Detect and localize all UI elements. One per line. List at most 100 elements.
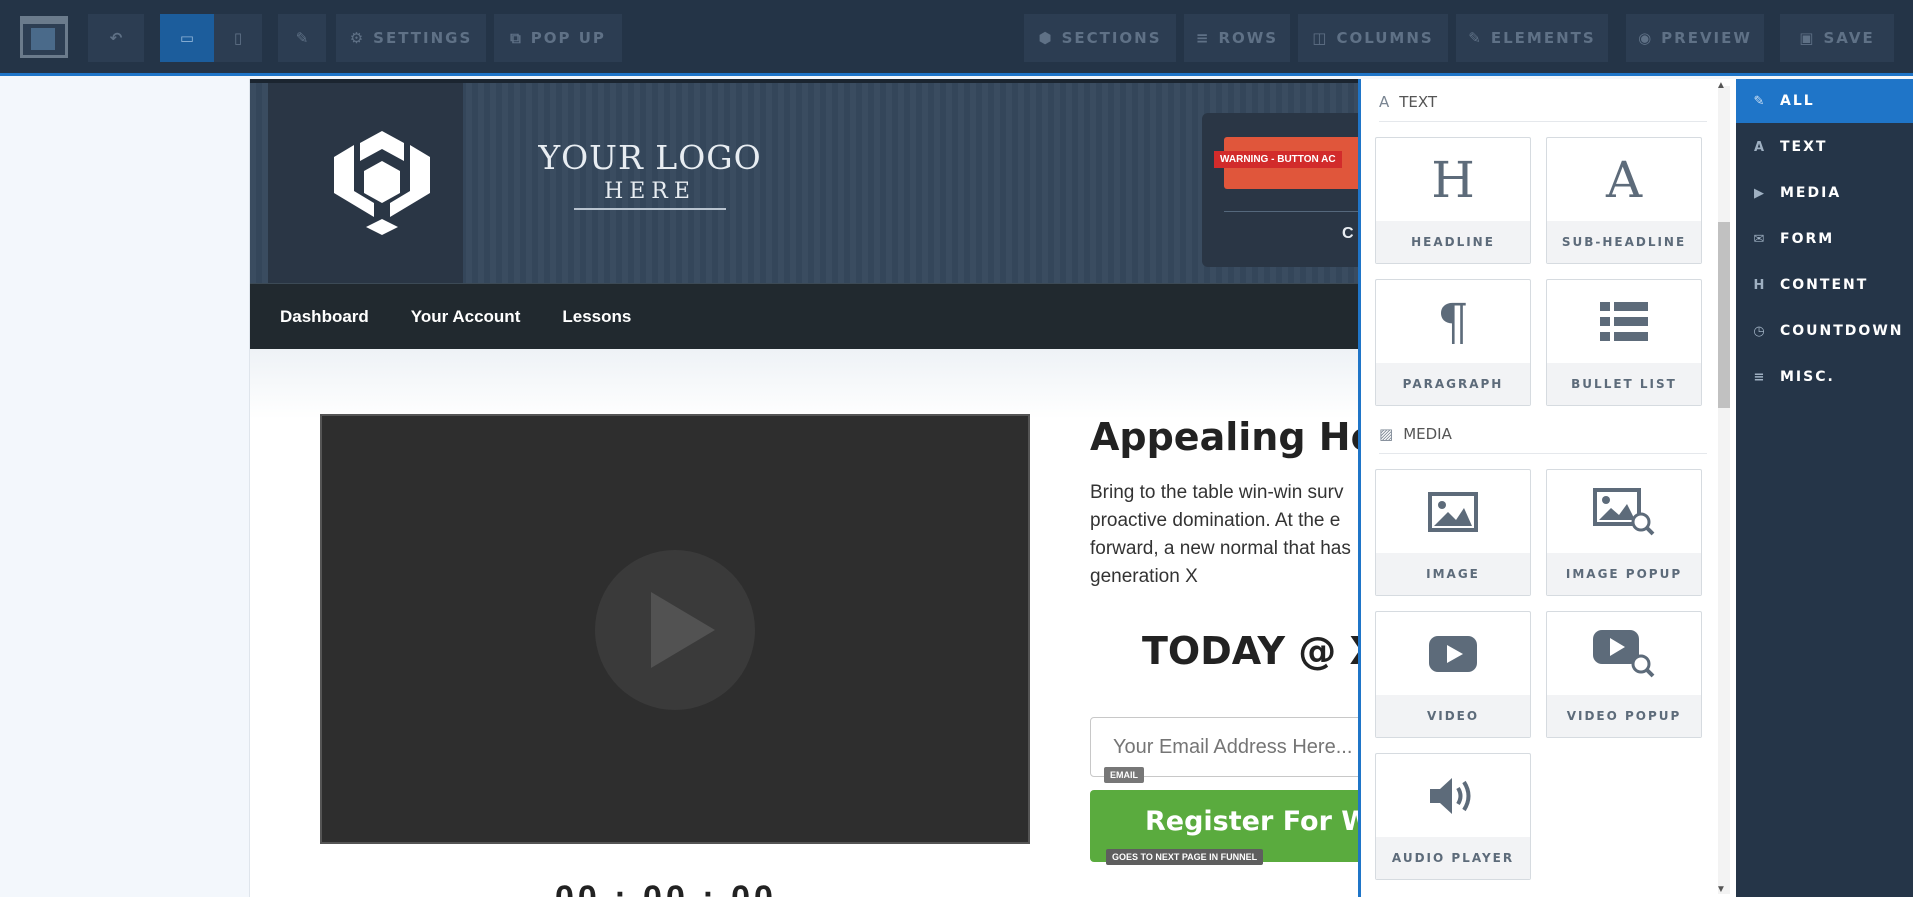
card-label: BULLET LIST	[1547, 363, 1701, 405]
paragraph-icon: ¶	[1437, 292, 1469, 351]
text-section-label: TEXT	[1399, 93, 1438, 111]
warning-tag: WARNING - BUTTON AC	[1214, 151, 1342, 168]
app-logo	[20, 16, 68, 58]
save-label: SAVE	[1823, 29, 1875, 47]
brush-icon: ✎	[1753, 93, 1765, 109]
bullet-list-icon	[1547, 280, 1701, 363]
undo-button[interactable]: ↶	[88, 14, 144, 62]
image-icon	[1376, 470, 1530, 553]
audio-player-element-card[interactable]: AUDIO PLAYER	[1375, 753, 1531, 880]
save-icon: ▣	[1799, 29, 1814, 47]
elements-button[interactable]: ✎ ELEMENTS	[1456, 14, 1608, 62]
columns-icon: ◫	[1312, 29, 1327, 47]
editor-toolbar: ↶ ▭ ▯ ✎ ⚙ SETTINGS ⧉ POP UP ⬢ SECTIONS ≡ ROW…	[0, 0, 1913, 76]
category-label: ALL	[1780, 93, 1815, 109]
card-label: VIDEO POPUP	[1547, 695, 1701, 737]
sections-button[interactable]: ⬢ SECTIONS	[1024, 14, 1176, 62]
card-label: IMAGE	[1376, 553, 1530, 595]
logo-line-1: YOUR LOGO	[538, 138, 762, 177]
image-popup-icon	[1547, 470, 1701, 553]
card-label: HEADLINE	[1376, 221, 1530, 263]
site-navbar: Dashboard Your Account Lessons	[250, 283, 1360, 349]
video-icon	[1376, 612, 1530, 695]
popup-button[interactable]: ⧉ POP UP	[494, 14, 622, 62]
eye-icon: ◉	[1638, 29, 1652, 47]
preview-button[interactable]: ◉ PREVIEW	[1626, 14, 1764, 62]
elements-flyout: A TEXT H HEADLINE A SUB-HEADLINE ¶ PARAG…	[1358, 79, 1736, 897]
element-category-sidebar: ✎ ALL A TEXT ▶ MEDIA ✉ FORM H CONTENT ◷ …	[1736, 79, 1913, 897]
brush-icon: ✎	[295, 29, 309, 47]
heading-icon: H	[1753, 277, 1765, 293]
countdown-timer: 00 : 00 : 00	[555, 879, 777, 897]
columns-button[interactable]: ◫ COLUMNS	[1298, 14, 1448, 62]
card-label: PARAGRAPH	[1376, 363, 1530, 405]
category-label: MEDIA	[1780, 185, 1842, 201]
logo-placeholder[interactable]: YOUR LOGO HERE	[530, 138, 770, 210]
play-icon: ▶	[1754, 185, 1764, 201]
category-all[interactable]: ✎ ALL	[1736, 79, 1913, 123]
elements-label: ELEMENTS	[1490, 29, 1596, 47]
save-button[interactable]: ▣ SAVE	[1780, 14, 1894, 62]
envelope-icon: ✉	[1753, 231, 1765, 247]
card-label: AUDIO PLAYER	[1376, 837, 1530, 879]
clock-icon: ◷	[1753, 323, 1765, 339]
nav-lessons[interactable]: Lessons	[562, 307, 631, 327]
play-button[interactable]	[595, 550, 755, 710]
register-button-tag: GOES TO NEXT PAGE IN FUNNEL	[1106, 849, 1264, 865]
scroll-down-arrow-icon[interactable]: ▼	[1716, 884, 1726, 895]
cube-icon: ⬢	[1038, 29, 1052, 47]
rows-button[interactable]: ≡ ROWS	[1184, 14, 1290, 62]
flyout-scrollbar[interactable]	[1718, 86, 1730, 894]
headline-icon: H	[1431, 150, 1475, 209]
text-section-icon: A	[1379, 93, 1390, 111]
columns-label: COLUMNS	[1336, 29, 1434, 47]
subheadline-element-card[interactable]: A SUB-HEADLINE	[1546, 137, 1702, 264]
settings-button[interactable]: ⚙ SETTINGS	[336, 14, 486, 62]
category-label: CONTENT	[1780, 277, 1869, 293]
category-text[interactable]: A TEXT	[1736, 125, 1913, 169]
mobile-view-button[interactable]: ▯	[214, 14, 262, 62]
category-misc[interactable]: ≡ MISC.	[1736, 355, 1913, 399]
page-content-section: Appealing Hea Bring to the table win-win…	[250, 349, 1410, 897]
brand-panel	[268, 83, 463, 287]
media-section-title: ▨ MEDIA	[1379, 425, 1452, 443]
category-countdown[interactable]: ◷ COUNTDOWN	[1736, 309, 1913, 353]
theme-button[interactable]: ✎	[278, 14, 326, 62]
event-time-heading[interactable]: TODAY @ X	[1142, 629, 1379, 673]
sections-label: SECTIONS	[1061, 29, 1162, 47]
category-content[interactable]: H CONTENT	[1736, 263, 1913, 307]
page-header-section[interactable]: YOUR LOGO HERE WARNING - BUTTON AC C	[250, 79, 1384, 287]
divider	[1379, 453, 1707, 454]
nav-dashboard[interactable]: Dashboard	[280, 307, 369, 327]
card-label: VIDEO	[1376, 695, 1530, 737]
category-form[interactable]: ✉ FORM	[1736, 217, 1913, 261]
category-label: MISC.	[1780, 369, 1835, 385]
card-label: IMAGE POPUP	[1547, 553, 1701, 595]
brand-logo-icon	[334, 131, 430, 235]
divider	[1379, 121, 1707, 122]
desktop-view-button[interactable]: ▭	[160, 14, 214, 62]
image-element-card[interactable]: IMAGE	[1375, 469, 1531, 596]
paragraph-element-card[interactable]: ¶ PARAGRAPH	[1375, 279, 1531, 406]
subheadline-icon: A	[1605, 150, 1643, 209]
image-popup-element-card[interactable]: IMAGE POPUP	[1546, 469, 1702, 596]
category-media[interactable]: ▶ MEDIA	[1736, 171, 1913, 215]
video-embed[interactable]	[320, 414, 1030, 844]
cta-caption: C	[1342, 225, 1354, 242]
page-headline[interactable]: Appealing Hea	[1090, 415, 1402, 459]
undo-icon: ↶	[109, 29, 123, 47]
external-link-icon: ⧉	[510, 29, 521, 47]
flyout-scrollbar-thumb[interactable]	[1718, 222, 1730, 408]
bullet-list-element-card[interactable]: BULLET LIST	[1546, 279, 1702, 406]
video-popup-element-card[interactable]: VIDEO POPUP	[1546, 611, 1702, 738]
header-cta-panel: WARNING - BUTTON AC C	[1202, 113, 1384, 267]
desktop-icon: ▭	[179, 29, 195, 47]
logo-line-2: HERE	[574, 179, 726, 210]
headline-element-card[interactable]: H HEADLINE	[1375, 137, 1531, 264]
nav-your-account[interactable]: Your Account	[411, 307, 521, 327]
text-section-title: A TEXT	[1379, 93, 1437, 111]
text-icon: A	[1753, 139, 1765, 155]
scroll-up-arrow-icon[interactable]: ▲	[1716, 80, 1726, 91]
video-element-card[interactable]: VIDEO	[1375, 611, 1531, 738]
media-section-icon: ▨	[1379, 425, 1394, 443]
